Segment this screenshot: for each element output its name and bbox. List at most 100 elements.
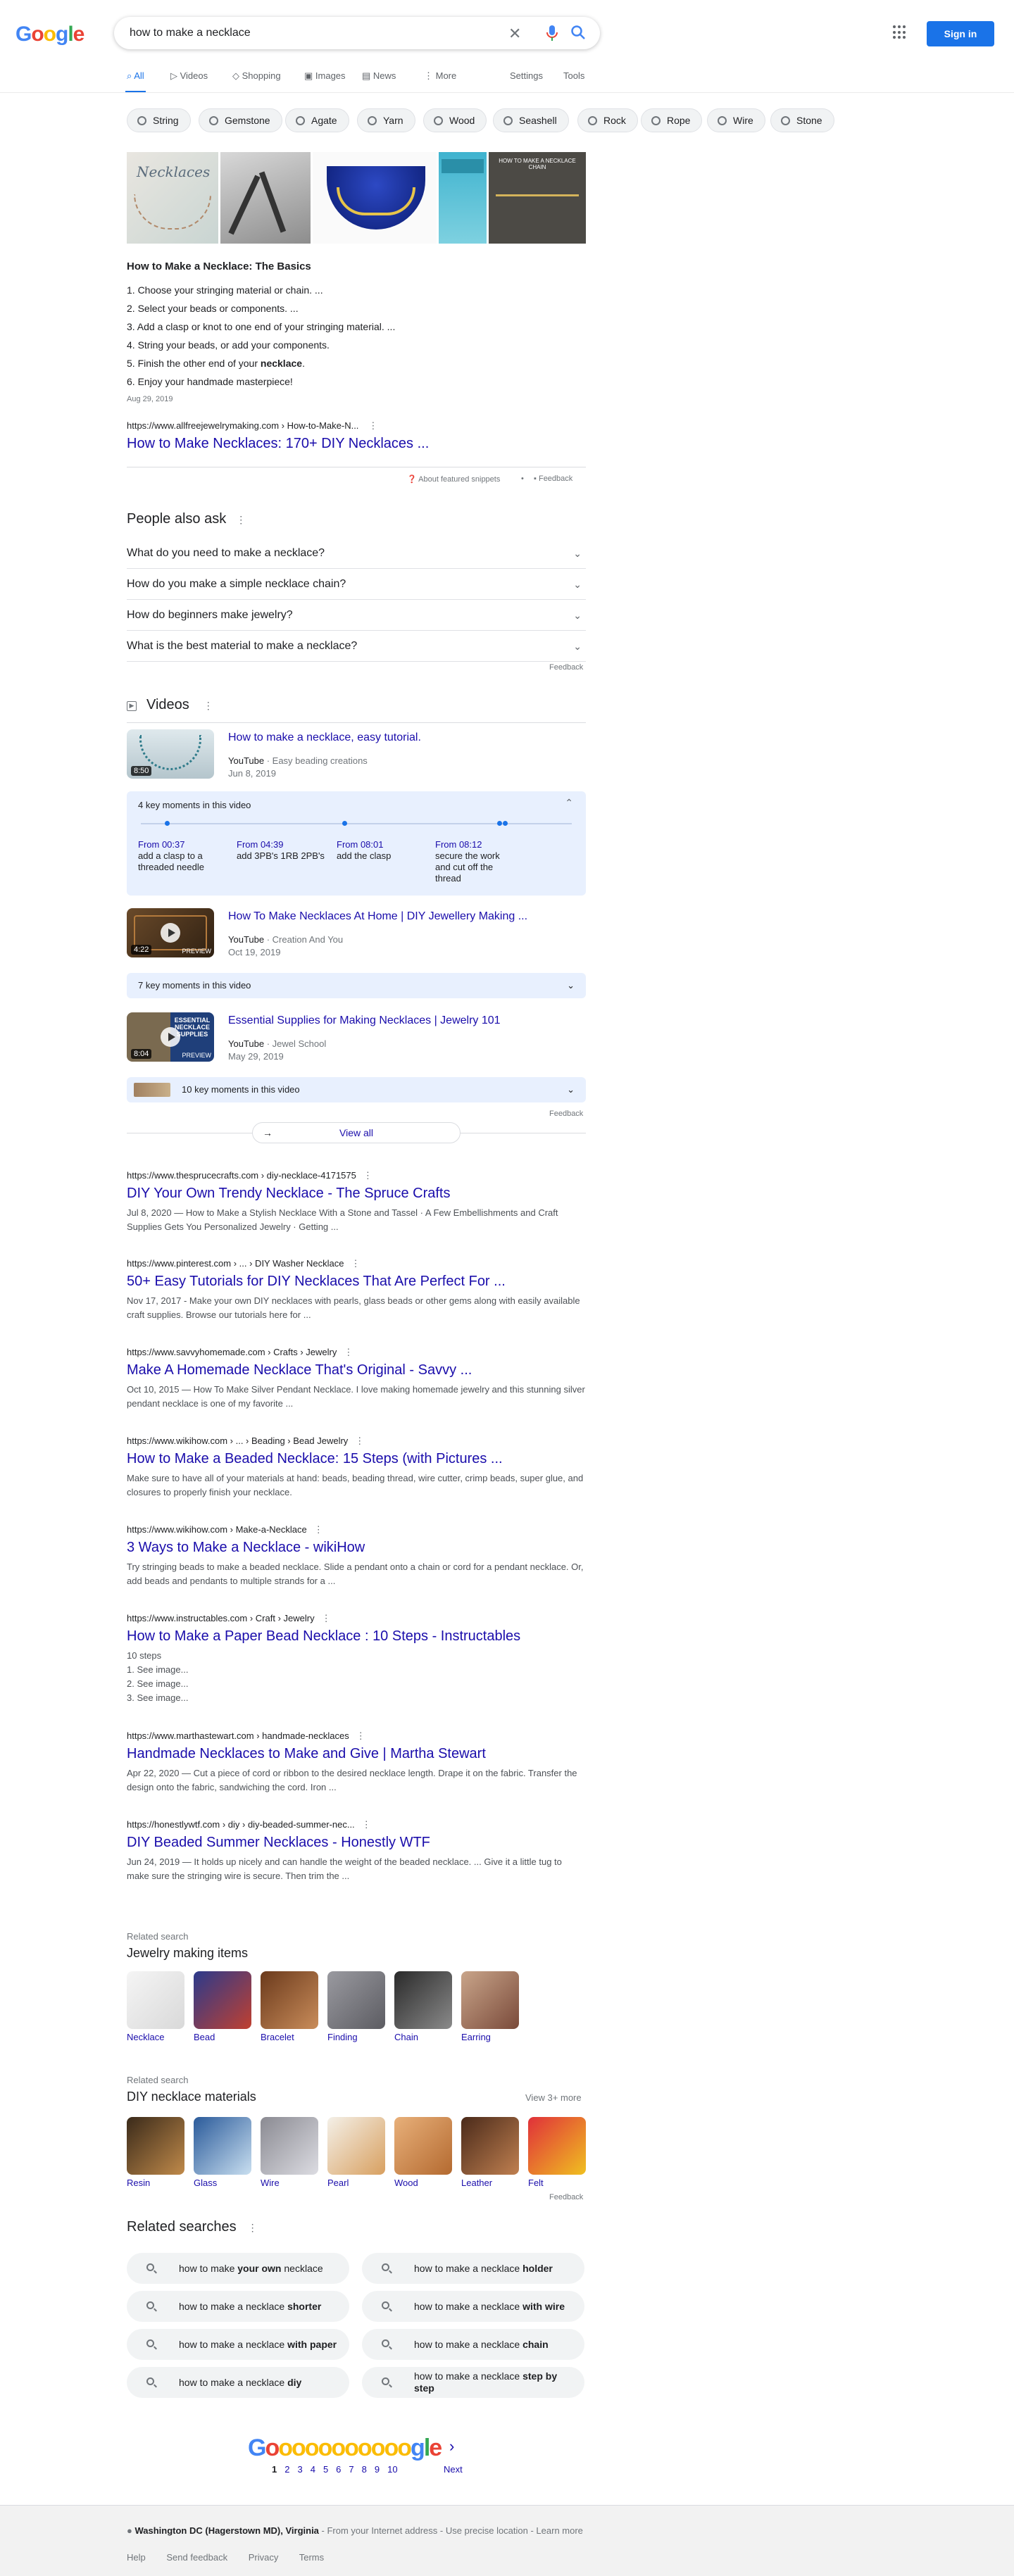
videos-feedback[interactable]: Feedback — [549, 1110, 583, 1118]
result-url[interactable]: https://www.thesprucecrafts.com › diy-ne… — [127, 1170, 586, 1181]
chip-yarn[interactable]: Yarn — [357, 108, 415, 132]
about-featured-snippets[interactable]: ❓ About featured snippets — [407, 475, 500, 484]
video-thumbnail[interactable]: ESSENTIAL NECKLACE SUPPLIES 8:04 PREVIEW — [127, 1012, 214, 1062]
result-url[interactable]: https://www.marthastewart.com › handmade… — [127, 1730, 586, 1742]
chip-string[interactable]: String — [127, 108, 191, 132]
result-title[interactable]: Handmade Necklaces to Make and Give | Ma… — [127, 1746, 586, 1762]
result-url[interactable]: https://www.instructables.com › Craft › … — [127, 1613, 586, 1624]
search-input[interactable]: how to make a necklace — [130, 27, 251, 39]
search-icon[interactable] — [570, 25, 586, 40]
material-tile-leather[interactable]: Leather — [461, 2117, 519, 2188]
result-url[interactable]: https://www.pinterest.com › ... › DIY Wa… — [127, 1258, 586, 1269]
footer-link-terms[interactable]: Terms — [299, 2552, 324, 2563]
view-more-link[interactable]: View 3+ more — [525, 2092, 582, 2103]
related-search-item[interactable]: how to make your own necklace — [127, 2253, 349, 2284]
more-options-icon[interactable]: ⋮ — [236, 514, 246, 525]
result-title[interactable]: DIY Beaded Summer Necklaces - Honestly W… — [127, 1835, 586, 1851]
microphone-icon[interactable] — [545, 25, 559, 42]
tab-news[interactable]: ▤ News — [362, 70, 396, 82]
featured-image-2[interactable] — [220, 152, 311, 244]
more-options-icon[interactable]: ⋮ — [368, 420, 377, 431]
video-title[interactable]: How To Make Necklaces At Home | DIY Jewe… — [228, 910, 527, 923]
result-title[interactable]: 50+ Easy Tutorials for DIY Necklaces Tha… — [127, 1274, 586, 1290]
page-number[interactable]: 10 — [387, 2464, 397, 2475]
key-moments-bar[interactable]: 10 key moments in this video ⌄ — [127, 1077, 586, 1102]
video-thumbnail[interactable]: 8:50 — [127, 729, 214, 779]
tab-all[interactable]: ⌕ All — [125, 70, 146, 93]
more-options-icon[interactable]: ⋮ — [355, 1435, 364, 1446]
page-number[interactable]: 6 — [336, 2464, 341, 2475]
key-moment[interactable]: From 08:01 add the clasp — [337, 839, 428, 862]
related-search-item[interactable]: how to make a necklace shorter — [127, 2291, 349, 2322]
related-tile-chain[interactable]: Chain — [394, 1971, 452, 2042]
more-options-icon[interactable]: ⋮ — [351, 1258, 360, 1269]
tab-shopping[interactable]: ◇ Shopping — [232, 70, 281, 82]
chip-agate[interactable]: Agate — [285, 108, 349, 132]
clear-icon[interactable]: ✕ — [508, 25, 521, 43]
more-options-icon[interactable]: ⋮ — [344, 1347, 353, 1357]
related-search-item[interactable]: how to make a necklace chain — [362, 2329, 584, 2360]
google-logo[interactable]: Google — [15, 23, 84, 46]
page-number[interactable]: 3 — [297, 2464, 302, 2475]
related-tile-finding[interactable]: Finding — [327, 1971, 385, 2042]
chip-stone[interactable]: Stone — [770, 108, 834, 132]
footer-link-feedback[interactable]: Send feedback — [166, 2552, 227, 2563]
featured-url[interactable]: https://www.allfreejewelrymaking.com › H… — [127, 420, 586, 432]
related-search-item[interactable]: how to make a necklace holder — [362, 2253, 584, 2284]
key-moments-label[interactable]: 4 key moments in this video — [138, 800, 251, 810]
material-tile-pearl[interactable]: Pearl — [327, 2117, 385, 2188]
sign-in-button[interactable]: Sign in — [927, 21, 994, 46]
search-box[interactable]: how to make a necklace ✕ — [114, 17, 600, 49]
next-page-link[interactable]: Next — [444, 2464, 463, 2475]
more-options-icon[interactable]: ⋮ — [322, 1613, 331, 1623]
more-options-icon[interactable]: ⋮ — [362, 1819, 371, 1830]
related-search-item[interactable]: how to make a necklace with paper — [127, 2329, 349, 2360]
paa-feedback[interactable]: Feedback — [549, 663, 583, 672]
result-title[interactable]: DIY Your Own Trendy Necklace - The Spruc… — [127, 1186, 586, 1202]
result-url[interactable]: https://www.wikihow.com › Make-a-Necklac… — [127, 1524, 586, 1535]
material-tile-wood[interactable]: Wood — [394, 2117, 452, 2188]
result-title[interactable]: How to Make a Beaded Necklace: 15 Steps … — [127, 1451, 586, 1467]
paa-question[interactable]: What do you need to make a necklace? ⌄ — [127, 538, 586, 569]
related-tile-earring[interactable]: Earring — [461, 1971, 519, 2042]
tab-settings[interactable]: Settings — [510, 70, 543, 81]
result-title[interactable]: How to Make a Paper Bead Necklace : 10 S… — [127, 1628, 586, 1645]
video-title[interactable]: Essential Supplies for Making Necklaces … — [228, 1014, 501, 1027]
material-tile-resin[interactable]: Resin — [127, 2117, 184, 2188]
page-number[interactable]: 2 — [284, 2464, 289, 2475]
paa-question[interactable]: How do you make a simple necklace chain?… — [127, 569, 586, 600]
tab-videos[interactable]: ▷ Videos — [170, 70, 208, 82]
page-number[interactable]: 9 — [375, 2464, 380, 2475]
chevron-right-icon[interactable]: › — [449, 2437, 454, 2456]
page-number[interactable]: 4 — [311, 2464, 315, 2475]
tab-images[interactable]: ▣ Images — [304, 70, 346, 82]
more-options-icon[interactable]: ⋮ — [248, 2222, 258, 2233]
page-number[interactable]: 8 — [362, 2464, 367, 2475]
paa-question[interactable]: How do beginners make jewelry? ⌄ — [127, 600, 586, 631]
result-url[interactable]: https://honestlywtf.com › diy › diy-bead… — [127, 1819, 586, 1830]
result-url[interactable]: https://www.savvyhomemade.com › Crafts ›… — [127, 1347, 586, 1358]
more-options-icon[interactable]: ⋮ — [363, 1170, 373, 1181]
related-search-item[interactable]: how to make a necklace step by step — [362, 2367, 584, 2398]
related-tile-bracelet[interactable]: Bracelet — [261, 1971, 318, 2042]
result-title[interactable]: 3 Ways to Make a Necklace - wikiHow — [127, 1540, 586, 1556]
video-thumbnail[interactable]: 4:22 PREVIEW — [127, 908, 214, 957]
key-moment[interactable]: From 00:37 add a clasp to a threaded need… — [138, 839, 230, 873]
result-url[interactable]: https://www.wikihow.com › ... › Beading … — [127, 1435, 586, 1447]
chip-rock[interactable]: Rock — [577, 108, 638, 132]
key-moments-bar[interactable]: 7 key moments in this video ⌄ — [127, 973, 586, 998]
related-tile-necklace[interactable]: Necklace — [127, 1971, 184, 2042]
chip-rope[interactable]: Rope — [641, 108, 703, 132]
material-tile-wire[interactable]: Wire — [261, 2117, 318, 2188]
key-moment[interactable]: From 04:39 add 3PB's 1RB 2PB's — [237, 839, 328, 862]
more-options-icon[interactable]: ⋮ — [314, 1524, 323, 1535]
featured-image-1[interactable]: Necklaces — [127, 152, 218, 244]
materials-feedback[interactable]: Feedback — [549, 2193, 583, 2201]
chip-seashell[interactable]: Seashell — [493, 108, 569, 132]
material-tile-felt[interactable]: Felt — [528, 2117, 586, 2188]
chevron-up-icon[interactable]: ⌃ — [565, 797, 573, 809]
page-number[interactable]: 5 — [323, 2464, 328, 2475]
view-all-button[interactable]: → View all — [252, 1122, 461, 1143]
key-moment[interactable]: From 08:12 secure the work and cut off th… — [435, 839, 513, 884]
page-number[interactable]: 7 — [349, 2464, 353, 2475]
